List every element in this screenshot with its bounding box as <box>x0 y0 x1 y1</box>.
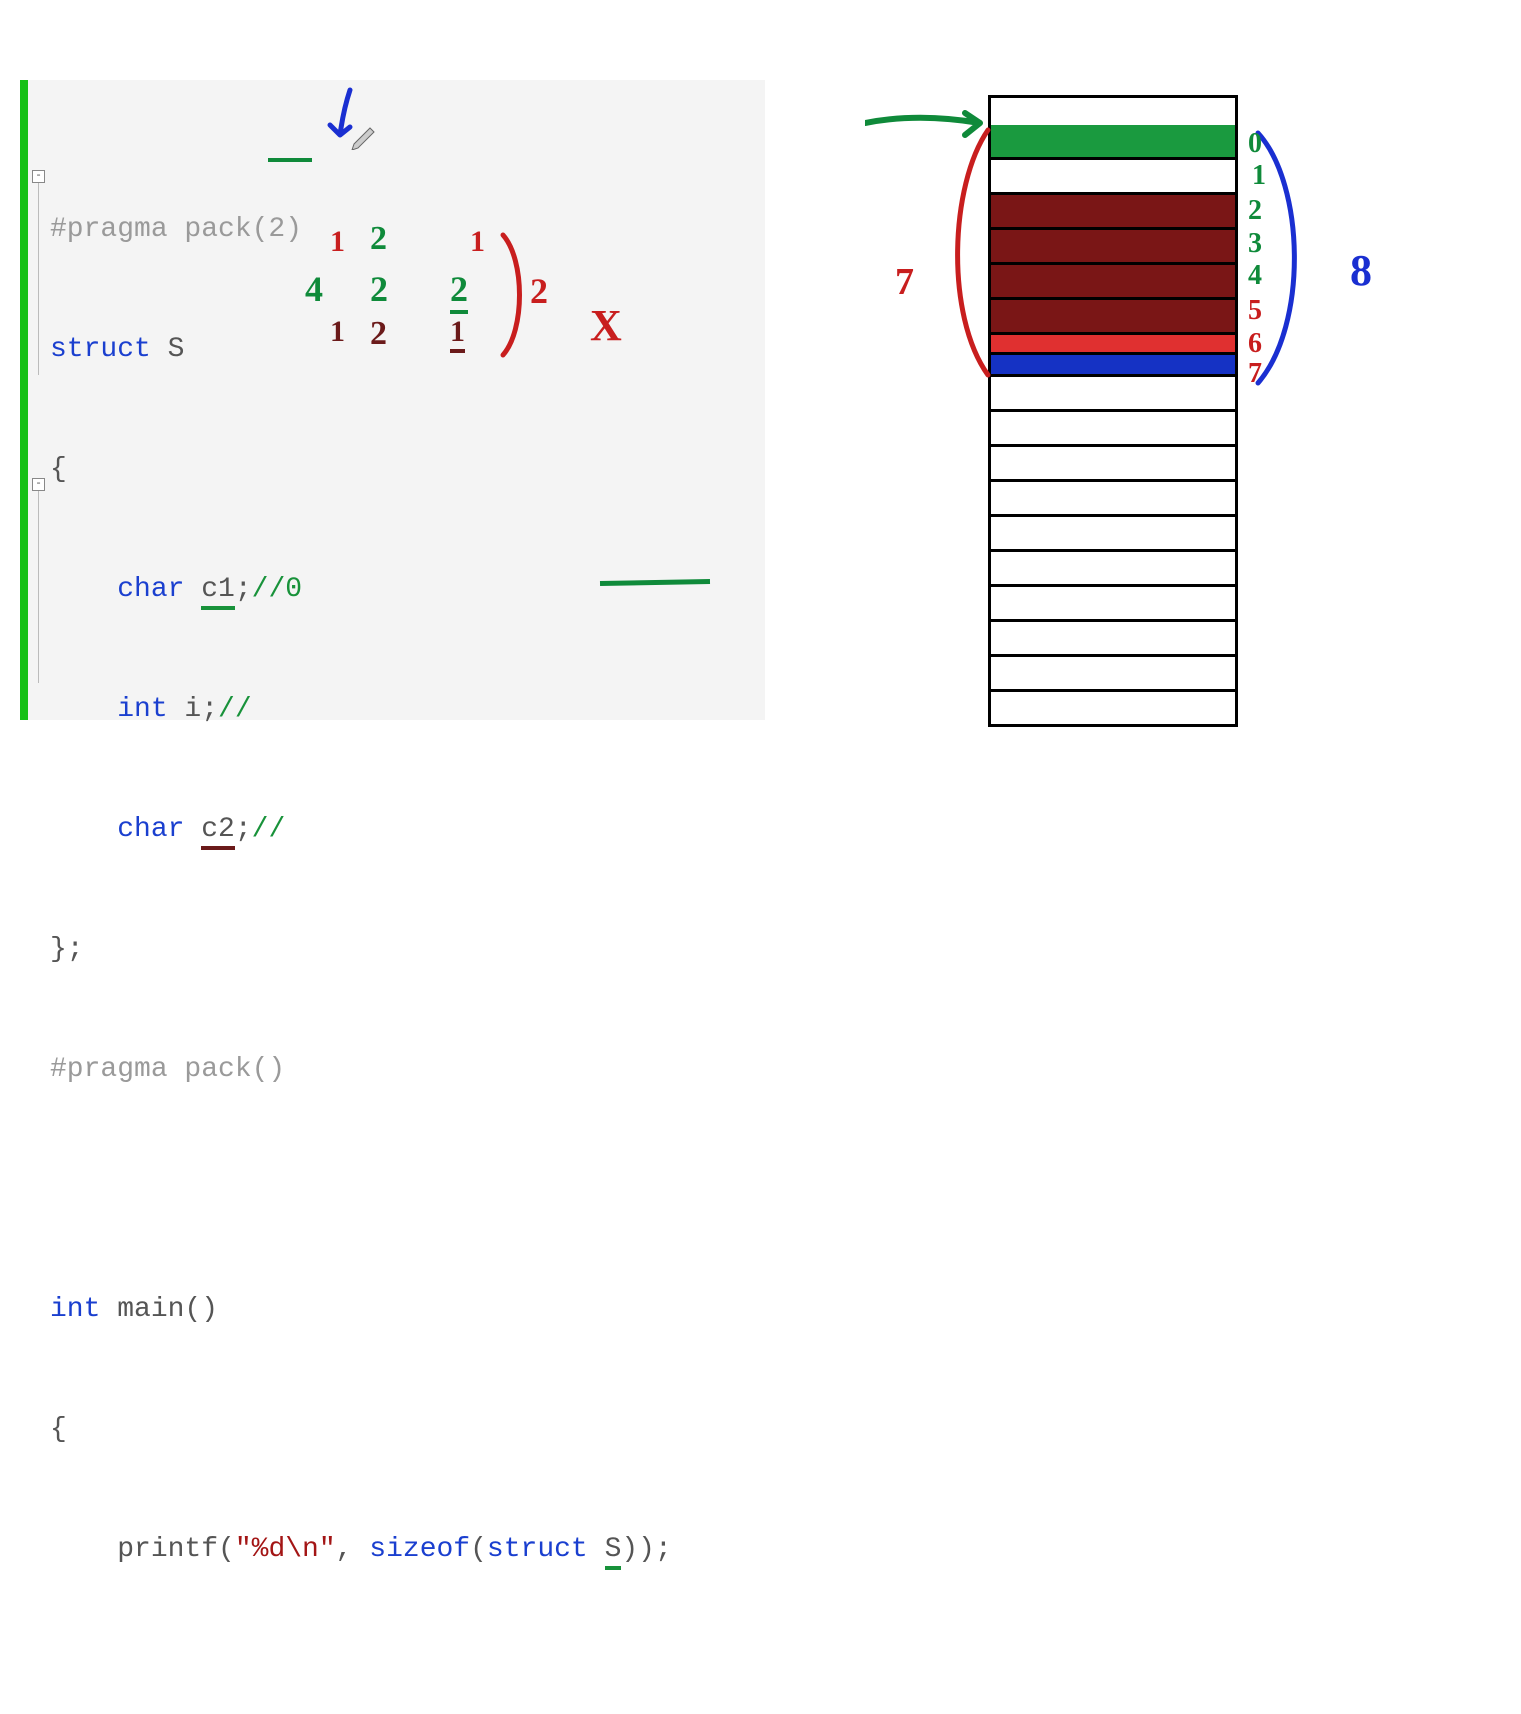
code-line-blank-2 <box>50 1650 765 1690</box>
mem-row-1 <box>988 160 1238 195</box>
mem-row-3 <box>988 230 1238 265</box>
code-editor-panel: - - #pragma pack(2) struct S { char c1;/… <box>20 80 765 720</box>
mem-row-4 <box>988 265 1238 300</box>
mem-idx-4: 4 <box>1248 260 1262 292</box>
code-line-printf: printf("%d\n", sizeof(struct S)); <box>50 1530 765 1570</box>
mem-row-5 <box>988 300 1238 335</box>
mem-row-8 <box>988 412 1238 447</box>
mem-idx-3: 3 <box>1248 228 1262 260</box>
code-line-blank-1 <box>50 1170 765 1210</box>
fold-gutter: - - <box>28 80 50 720</box>
mem-idx-1: 1 <box>1252 160 1266 192</box>
fold-toggle-struct[interactable]: - <box>32 170 45 183</box>
mem-row-15 <box>988 657 1238 692</box>
code-line-pragma-pack-2: #pragma pack(2) <box>50 210 765 250</box>
code-line-main: int main() <box>50 1290 765 1330</box>
memory-total-right: 8 <box>1350 245 1372 296</box>
mem-row-13 <box>988 587 1238 622</box>
memory-left-bracket <box>940 125 995 385</box>
mem-row-2 <box>988 195 1238 230</box>
mem-idx-5: 5 <box>1248 295 1262 327</box>
change-marker-bar <box>20 80 28 720</box>
mem-row-12 <box>988 552 1238 587</box>
mem-row-pre <box>988 95 1238 125</box>
code-line-close-brace: }; <box>50 930 765 970</box>
memory-pointer-arrow <box>865 105 990 145</box>
mem-idx-7: 7 <box>1248 358 1262 390</box>
mem-idx-6: 6 <box>1248 328 1262 360</box>
mem-row-16 <box>988 692 1238 727</box>
memory-total-left: 7 <box>895 260 914 304</box>
fold-toggle-main[interactable]: - <box>32 478 45 491</box>
mem-row-11 <box>988 517 1238 552</box>
mem-row-9 <box>988 447 1238 482</box>
code-line-open-brace: { <box>50 450 765 490</box>
code-line-pragma-pack-end: #pragma pack() <box>50 1050 765 1090</box>
code-body[interactable]: #pragma pack(2) struct S { char c1;//0 i… <box>50 80 765 720</box>
mem-row-7 <box>988 377 1238 412</box>
mem-row-6 <box>988 355 1238 377</box>
code-line-c2: char c2;// <box>50 810 765 850</box>
mem-row-10 <box>988 482 1238 517</box>
mem-idx-0: 0 <box>1248 128 1262 160</box>
mem-row-14 <box>988 622 1238 657</box>
mem-row-5b <box>988 335 1238 355</box>
code-line-i: int i;// <box>50 690 765 730</box>
fold-line-main <box>38 491 39 683</box>
code-line-main-open: { <box>50 1410 765 1450</box>
code-line-struct-decl: struct S <box>50 330 765 370</box>
code-line-c1: char c1;//0 <box>50 570 765 610</box>
fold-line-struct <box>38 183 39 375</box>
mem-row-0 <box>988 125 1238 160</box>
mem-idx-2: 2 <box>1248 195 1262 227</box>
memory-diagram <box>988 95 1238 727</box>
